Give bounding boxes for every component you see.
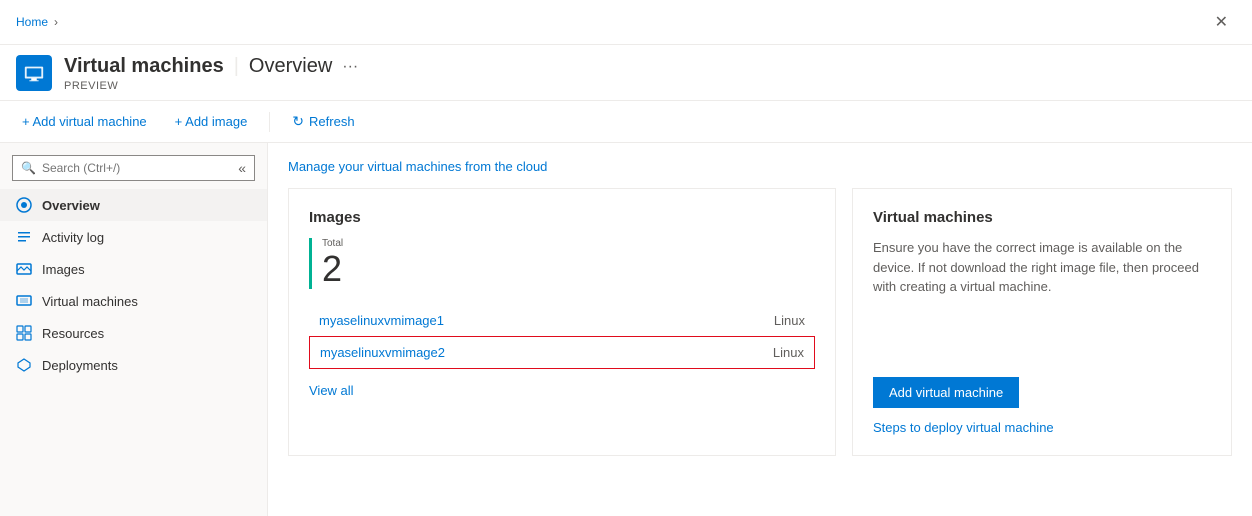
cards-row: Images Total 2 myaselinuxvmimage1 Linux … [288,188,1232,456]
images-card: Images Total 2 myaselinuxvmimage1 Linux … [288,188,836,456]
refresh-label: Refresh [309,114,355,129]
activity-icon [16,229,32,245]
add-image-button[interactable]: + Add image [169,110,254,133]
image-name-1: myaselinuxvmimage1 [319,313,774,328]
overview-icon [16,197,32,213]
sidebar-images-label: Images [42,262,85,277]
images-card-title: Images [309,209,815,226]
image-row-2[interactable]: myaselinuxvmimage2 Linux [309,336,815,369]
images-icon [16,261,32,277]
search-container: 🔍 « [12,155,255,181]
page-header: Virtual machines | Overview ··· PREVIEW [0,45,1252,101]
image-row-1[interactable]: myaselinuxvmimage1 Linux [309,305,815,336]
refresh-icon: ↻ [292,113,304,130]
sidebar-item-overview[interactable]: Overview [0,189,267,221]
sidebar-item-activity-log[interactable]: Activity log [0,221,267,253]
toolbar-divider [269,112,270,132]
refresh-button[interactable]: ↻ Refresh [286,109,360,134]
preview-label: PREVIEW [64,80,358,92]
header-separator: | [234,55,239,78]
vm-card: Virtual machines Ensure you have the cor… [852,188,1232,456]
sidebar-resources-label: Resources [42,326,104,341]
sidebar: 🔍 « Overview Activity log Images [0,143,268,516]
main-layout: 🔍 « Overview Activity log Images [0,143,1252,516]
more-options[interactable]: ··· [342,58,358,76]
main-content: Manage your virtual machines from the cl… [268,143,1252,516]
sidebar-item-deployments[interactable]: Deployments [0,349,267,381]
add-virtual-machine-card-button[interactable]: Add virtual machine [873,377,1019,408]
total-label: Total [322,238,815,249]
vm-nav-icon [16,293,32,309]
sidebar-item-virtual-machines[interactable]: Virtual machines [0,285,267,317]
service-icon [16,55,52,91]
sidebar-activity-label: Activity log [42,230,104,245]
header-title-row: Virtual machines | Overview ··· [64,55,358,78]
add-virtual-machine-button[interactable]: + Add virtual machine [16,110,153,133]
search-input[interactable] [42,161,238,175]
collapse-icon[interactable]: « [238,160,246,176]
sidebar-vm-label: Virtual machines [42,294,138,309]
sidebar-item-resources[interactable]: Resources [0,317,267,349]
breadcrumb-separator: › [54,15,58,29]
view-all-link[interactable]: View all [309,383,354,398]
page-subtitle: Overview [249,55,332,78]
image-name-2: myaselinuxvmimage2 [320,345,773,360]
deployments-icon [16,357,32,373]
sidebar-overview-label: Overview [42,198,100,213]
steps-link[interactable]: Steps to deploy virtual machine [873,420,1211,435]
image-os-2: Linux [773,345,804,360]
page-title: Virtual machines [64,55,224,78]
vm-card-title: Virtual machines [873,209,1211,226]
sidebar-item-images[interactable]: Images [0,253,267,285]
images-total: Total 2 [309,238,815,289]
manage-title: Manage your virtual machines from the cl… [288,159,1232,174]
breadcrumb: Home › [16,15,64,29]
header-text: Virtual machines | Overview ··· PREVIEW [64,55,358,92]
resources-icon [16,325,32,341]
close-button[interactable]: ✕ [1207,8,1236,36]
vm-header-icon [23,62,45,84]
sidebar-deployments-label: Deployments [42,358,118,373]
image-os-1: Linux [774,313,805,328]
toolbar: + Add virtual machine + Add image ↻ Refr… [0,101,1252,143]
breadcrumb-home[interactable]: Home [16,15,48,29]
top-bar: Home › ✕ [0,0,1252,45]
vm-description: Ensure you have the correct image is ava… [873,238,1211,297]
total-count: 2 [322,249,815,289]
search-icon: 🔍 [21,161,36,175]
